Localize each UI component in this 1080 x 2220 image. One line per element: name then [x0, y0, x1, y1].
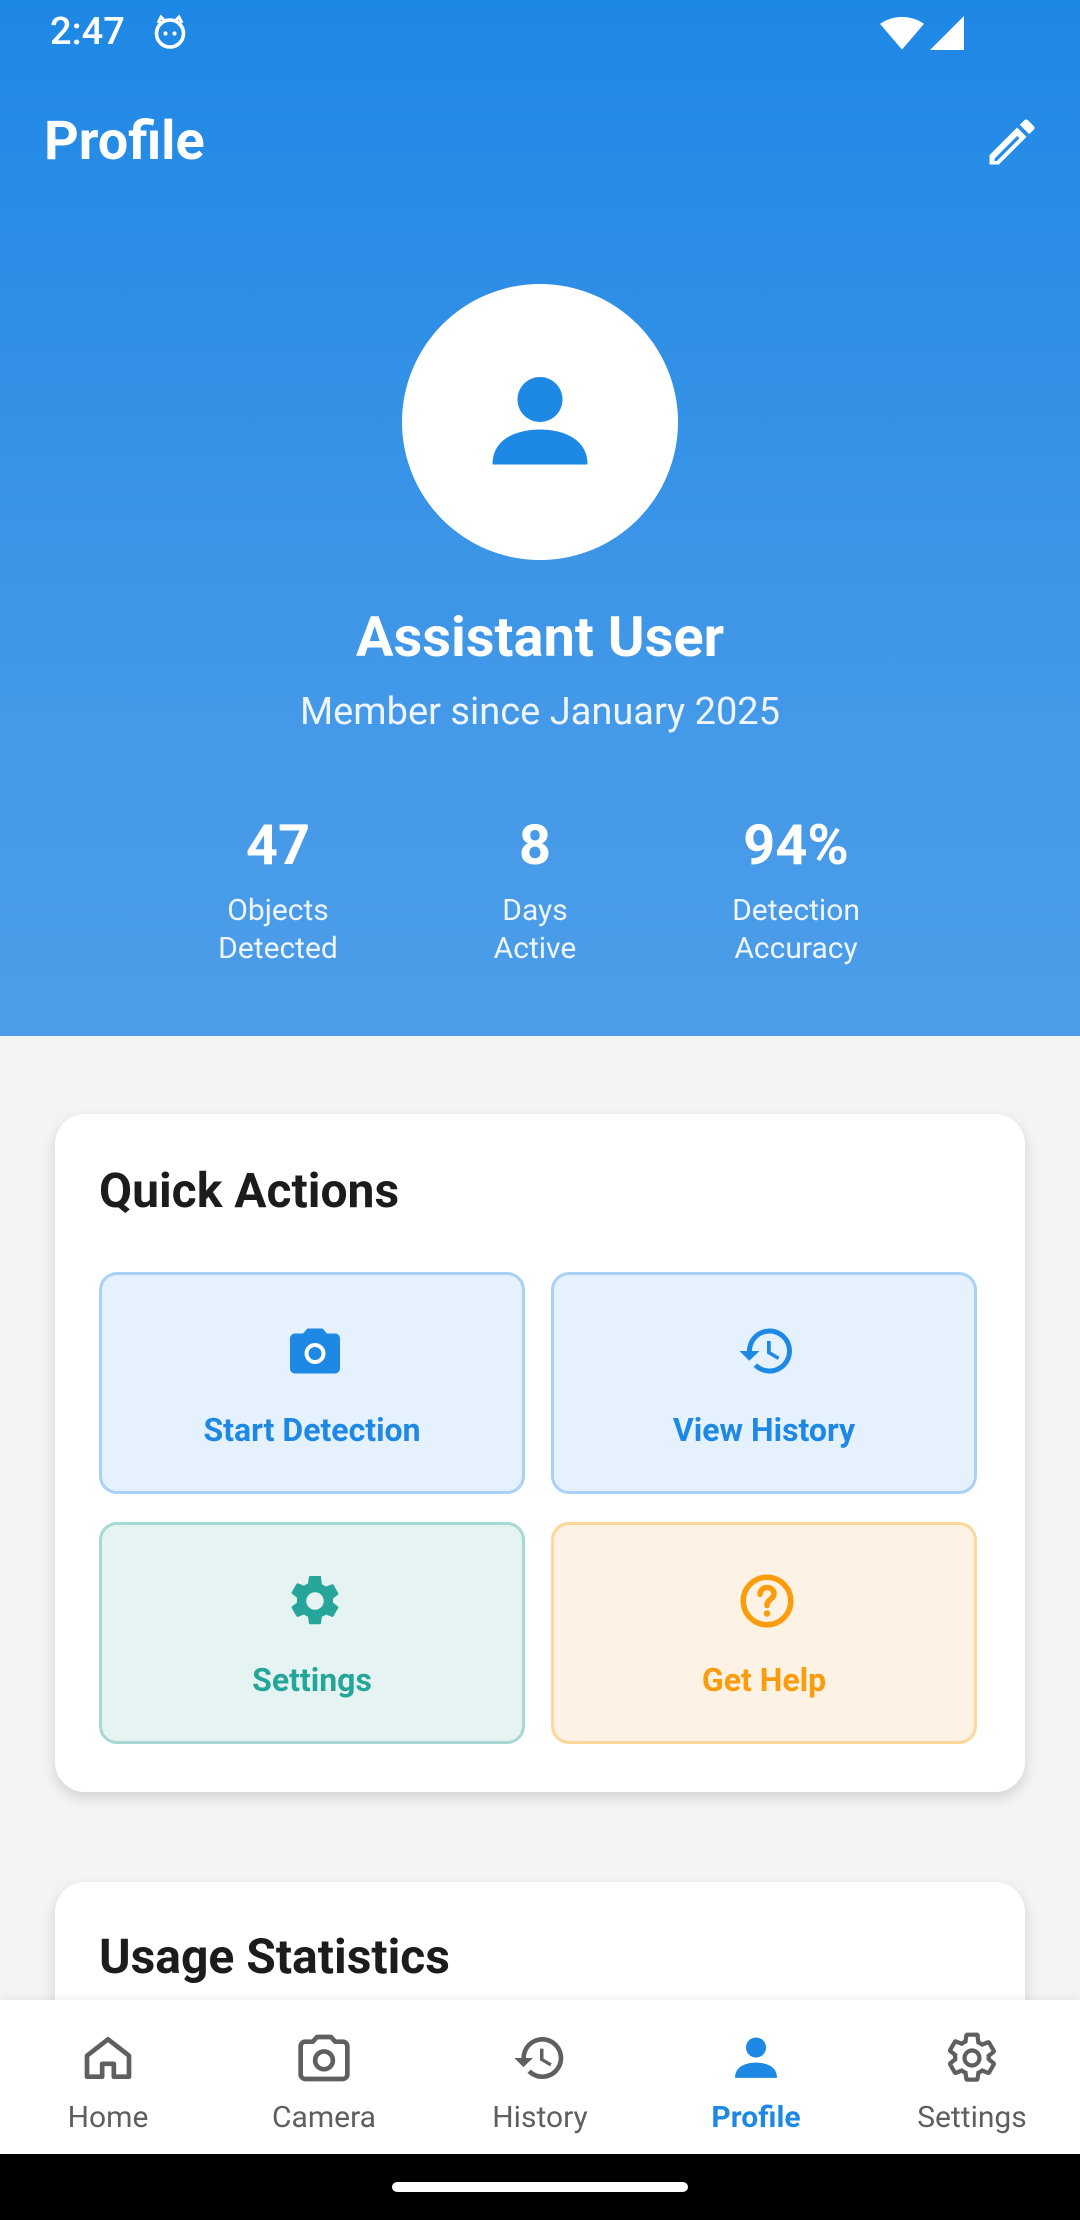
system-gesture-bar	[0, 2154, 1080, 2220]
person-icon	[492, 377, 588, 465]
nav-item-history[interactable]: History	[432, 2000, 648, 2154]
help-icon	[740, 1574, 794, 1628]
view-history-button[interactable]: View History	[551, 1272, 977, 1494]
member-since: Member since January 2025	[299, 690, 781, 734]
stat-value: 47	[245, 812, 311, 878]
stat-days-active: 8 Days Active	[425, 810, 645, 968]
bottom-navigation: Home Camera History Profile Settings	[0, 2000, 1080, 2154]
quick-actions-title: Quick Actions	[99, 1162, 400, 1219]
home-icon	[84, 2037, 132, 2079]
nav-label-profile: Profile	[711, 2100, 801, 2135]
stat-label: Detection Accuracy	[732, 893, 860, 966]
nav-item-camera[interactable]: Camera	[216, 2000, 432, 2154]
nav-label-history: History	[492, 2100, 588, 2135]
view-history-label: View History	[672, 1411, 856, 1449]
avatar[interactable]	[402, 284, 678, 560]
stat-label: Objects Detected	[218, 893, 338, 966]
edit-profile-icon[interactable]	[982, 112, 1042, 172]
gear-icon	[947, 2032, 996, 2082]
nav-item-home[interactable]: Home	[0, 2000, 216, 2154]
stat-value: 94%	[743, 812, 849, 878]
user-name: Assistant User	[355, 604, 725, 670]
nav-label-camera: Camera	[272, 2100, 376, 2135]
start-detection-label: Start Detection	[203, 1411, 421, 1449]
page-title: Profile	[44, 110, 205, 173]
quick-actions-card: Quick Actions Start Detection View Histo…	[55, 1114, 1025, 1792]
status-time: 2:47	[50, 10, 125, 54]
status-bar: 2:47	[0, 0, 1080, 66]
person-icon	[735, 2037, 777, 2078]
settings-label: Settings	[252, 1661, 372, 1699]
stat-detection-accuracy: 94% Detection Accuracy	[686, 810, 906, 968]
start-detection-button[interactable]: Start Detection	[99, 1272, 525, 1494]
gear-icon	[291, 1575, 339, 1625]
usage-statistics-title: Usage Statistics	[99, 1928, 450, 1985]
stat-objects-detected: 47 Objects Detected	[168, 810, 388, 968]
profile-header: 2:47 Profile Assistant User Member since…	[0, 0, 1080, 1036]
nav-item-profile[interactable]: Profile	[648, 2000, 864, 2154]
camera-icon	[298, 2034, 350, 2082]
nav-item-settings[interactable]: Settings	[864, 2000, 1080, 2154]
notification-cat-icon	[154, 14, 186, 49]
home-gesture-handle[interactable]	[392, 2182, 688, 2192]
nav-label-home: Home	[67, 2100, 149, 2135]
history-icon	[739, 1328, 792, 1374]
settings-button[interactable]: Settings	[99, 1522, 525, 1744]
stat-value: 8	[518, 812, 552, 878]
wifi-icon	[880, 16, 924, 50]
get-help-label: Get Help	[701, 1661, 827, 1699]
get-help-button[interactable]: Get Help	[551, 1522, 977, 1744]
camera-icon	[290, 1328, 340, 1374]
nav-label-settings: Settings	[917, 2100, 1027, 2135]
stat-label: Days Active	[493, 893, 577, 966]
signal-icon	[930, 16, 964, 50]
history-icon	[514, 2037, 564, 2079]
